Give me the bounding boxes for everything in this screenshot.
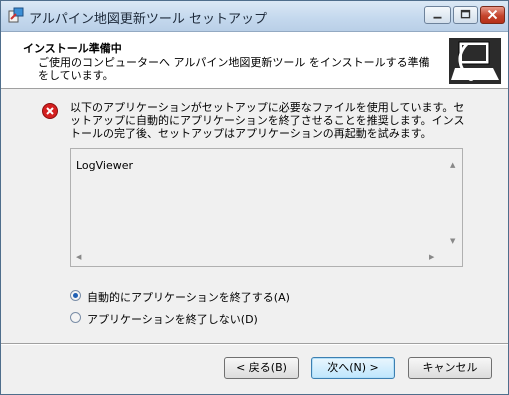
page-title: インストール準備中 — [23, 42, 122, 55]
separator — [1, 343, 508, 345]
maximize-button[interactable] — [453, 6, 478, 24]
radio-label: アプリケーションを終了しない(D) — [87, 313, 258, 326]
scroll-left-icon[interactable]: ◀ — [76, 253, 81, 261]
installer-app-icon — [8, 7, 24, 23]
minimize-icon — [433, 16, 442, 19]
radio-do-not-close[interactable] — [70, 312, 81, 323]
next-button[interactable]: 次へ(N) > — [311, 357, 395, 379]
back-button[interactable]: < 戻る(B) — [224, 357, 299, 379]
scroll-up-icon[interactable]: ▲ — [450, 161, 455, 169]
window-title: アルパイン地図更新ツール セットアップ — [29, 12, 268, 27]
close-button[interactable] — [480, 6, 505, 24]
radio-label: 自動的にアプリケーションを終了する(A) — [87, 291, 290, 304]
minimize-button[interactable] — [424, 6, 451, 24]
application-list[interactable]: LogViewer ▲ ▼ ◀ ▶ — [70, 148, 463, 267]
horizontal-scrollbar[interactable]: ◀ ▶ — [71, 249, 445, 266]
list-item[interactable]: LogViewer — [76, 159, 133, 172]
close-icon — [487, 9, 498, 20]
setup-window: アルパイン地図更新ツール セットアップ インストール準備中 ご使用のコンピュータ… — [0, 0, 509, 395]
vertical-scrollbar[interactable]: ▲ ▼ — [445, 149, 462, 249]
title-bar[interactable]: アルパイン地図更新ツール セットアップ — [1, 1, 508, 32]
error-icon — [42, 103, 58, 119]
setup-computer-icon — [449, 38, 501, 84]
cancel-button[interactable]: キャンセル — [408, 357, 492, 379]
radio-close-apps[interactable] — [70, 290, 81, 301]
message-text: 以下のアプリケーションがセットアップに必要なファイルを使用しています。セットアッ… — [70, 101, 465, 140]
wizard-header: インストール準備中 ご使用のコンピューターへ アルパイン地図更新ツール をインス… — [1, 32, 508, 89]
maximize-icon — [460, 9, 471, 19]
page-description: ご使用のコンピューターへ アルパイン地図更新ツール をインストールする準備をして… — [38, 56, 430, 82]
scroll-down-icon[interactable]: ▼ — [450, 237, 455, 245]
scroll-right-icon[interactable]: ▶ — [429, 253, 434, 261]
